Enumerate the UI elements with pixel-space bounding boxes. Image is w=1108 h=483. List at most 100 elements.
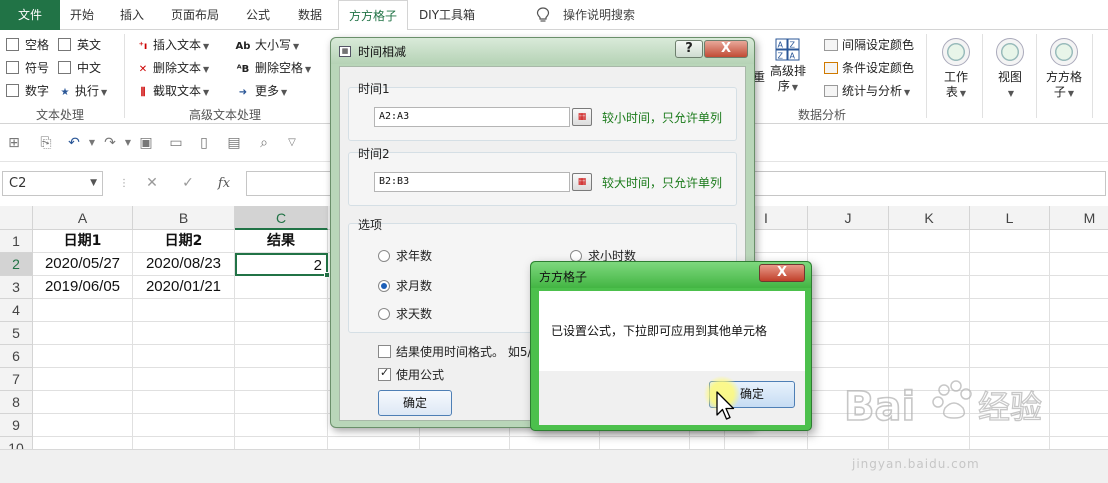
dialog-titlebar[interactable]: ▦ 时间相减 ? X bbox=[331, 38, 754, 64]
open-folder-icon[interactable]: ▭ bbox=[168, 135, 184, 151]
execute-button[interactable]: ★ 执行 ▼ bbox=[58, 82, 108, 100]
print-icon[interactable]: ▤ bbox=[226, 135, 242, 151]
cell-k2[interactable] bbox=[889, 253, 970, 276]
view-button[interactable]: 视图 ▼ bbox=[990, 38, 1030, 101]
cell-b7[interactable] bbox=[133, 368, 235, 391]
row-header-4[interactable]: 4 bbox=[0, 299, 33, 322]
range-select-icon[interactable]: ▦ bbox=[572, 108, 592, 126]
cell-c7[interactable] bbox=[235, 368, 328, 391]
checkbox-space[interactable]: 空格 bbox=[6, 36, 49, 54]
insert-function-button[interactable]: fx bbox=[212, 171, 236, 196]
cell-c5[interactable] bbox=[235, 322, 328, 345]
cell-l4[interactable] bbox=[970, 299, 1050, 322]
row-header-9[interactable]: 9 bbox=[0, 414, 33, 437]
cell-c4[interactable] bbox=[235, 299, 328, 322]
checkbox-number[interactable]: 数字 bbox=[6, 82, 49, 100]
fangfang-button[interactable]: 方方格子 ▼ bbox=[1042, 38, 1086, 101]
cell-b8[interactable] bbox=[133, 391, 235, 414]
cell-a9[interactable] bbox=[33, 414, 133, 437]
redo-icon[interactable]: ↷ bbox=[102, 135, 118, 151]
row-header-7[interactable]: 7 bbox=[0, 368, 33, 391]
chevron-down-icon[interactable]: ▼ bbox=[120, 135, 136, 151]
tab-diy-toolbox[interactable]: DIY工具箱 bbox=[414, 0, 480, 30]
cell-c3[interactable] bbox=[235, 276, 328, 299]
cell-l1[interactable] bbox=[970, 230, 1050, 253]
row-header-6[interactable]: 6 bbox=[0, 345, 33, 368]
cell-k5[interactable] bbox=[889, 322, 970, 345]
radio-months[interactable]: 求月数 bbox=[378, 279, 432, 293]
cell-a5[interactable] bbox=[33, 322, 133, 345]
time1-range-input[interactable]: A2:A3 bbox=[374, 107, 570, 127]
cell-b9[interactable] bbox=[133, 414, 235, 437]
row-header-5[interactable]: 5 bbox=[0, 322, 33, 345]
tab-file[interactable]: 文件 bbox=[0, 0, 60, 30]
name-box[interactable]: C2 ▼ bbox=[2, 171, 103, 196]
cell-l6[interactable] bbox=[970, 345, 1050, 368]
customize-qat-icon[interactable]: ▽ bbox=[284, 135, 300, 151]
row-header-3[interactable]: 3 bbox=[0, 276, 33, 299]
cell-c2[interactable]: 2 bbox=[235, 253, 328, 276]
cell-b2[interactable]: 2020/08/23 bbox=[133, 253, 235, 276]
cell-j2[interactable] bbox=[808, 253, 889, 276]
column-header-c[interactable]: C bbox=[235, 206, 328, 230]
cell-b4[interactable] bbox=[133, 299, 235, 322]
tab-formulas[interactable]: 公式 bbox=[234, 0, 282, 30]
cell-j6[interactable] bbox=[808, 345, 889, 368]
enter-check-icon[interactable]: ✓ bbox=[176, 171, 200, 196]
time-format-checkbox[interactable]: 结果使用时间格式。 如5/ bbox=[378, 345, 532, 359]
delete-space-button[interactable]: ᴬB 删除空格 ▼ bbox=[234, 59, 311, 77]
cell-m5[interactable] bbox=[1050, 322, 1108, 345]
cell-k3[interactable] bbox=[889, 276, 970, 299]
cell-a6[interactable] bbox=[33, 345, 133, 368]
grid-icon[interactable]: ⊞ bbox=[6, 135, 22, 151]
cell-j1[interactable] bbox=[808, 230, 889, 253]
cancel-icon[interactable]: ✕ bbox=[140, 171, 164, 196]
time2-range-input[interactable]: B2:B3 bbox=[374, 172, 570, 192]
column-header-m[interactable]: M bbox=[1050, 206, 1108, 230]
checkbox-symbol[interactable]: 符号 bbox=[6, 59, 49, 77]
cell-k1[interactable] bbox=[889, 230, 970, 253]
checkbox-english[interactable]: 英文 bbox=[58, 36, 101, 54]
cell-j3[interactable] bbox=[808, 276, 889, 299]
cell-m1[interactable] bbox=[1050, 230, 1108, 253]
cell-j5[interactable] bbox=[808, 322, 889, 345]
message-box-titlebar[interactable]: 方方格子 X bbox=[531, 262, 811, 288]
use-formula-checkbox[interactable]: 使用公式 bbox=[378, 366, 444, 382]
undo-icon[interactable]: ↶ bbox=[66, 135, 82, 151]
radio-days[interactable]: 求天数 bbox=[378, 307, 432, 321]
cell-c1[interactable]: 结果 bbox=[235, 230, 328, 253]
close-button[interactable]: X bbox=[704, 40, 748, 58]
row-header-2[interactable]: 2 bbox=[0, 253, 33, 276]
help-button[interactable]: ? bbox=[675, 40, 703, 58]
cell-m4[interactable] bbox=[1050, 299, 1108, 322]
column-header-j[interactable]: J bbox=[808, 206, 889, 230]
new-file-icon[interactable]: ▯ bbox=[196, 135, 212, 151]
cell-l5[interactable] bbox=[970, 322, 1050, 345]
advanced-sort-button[interactable]: A Z Z A 高级排 序 ▼ bbox=[768, 38, 808, 95]
cell-c9[interactable] bbox=[235, 414, 328, 437]
cell-j4[interactable] bbox=[808, 299, 889, 322]
worksheet-button[interactable]: 工作表 ▼ bbox=[936, 38, 976, 101]
cell-m6[interactable] bbox=[1050, 345, 1108, 368]
cell-m3[interactable] bbox=[1050, 276, 1108, 299]
column-header-l[interactable]: L bbox=[970, 206, 1050, 230]
cell-m2[interactable] bbox=[1050, 253, 1108, 276]
cell-a3[interactable]: 2019/06/05 bbox=[33, 276, 133, 299]
column-header-a[interactable]: A bbox=[33, 206, 133, 230]
cell-l3[interactable] bbox=[970, 276, 1050, 299]
cell-c8[interactable] bbox=[235, 391, 328, 414]
message-box-close-button[interactable]: X bbox=[759, 264, 805, 282]
stats-analysis-button[interactable]: 统计与分析 ▼ bbox=[824, 82, 910, 100]
column-header-b[interactable]: B bbox=[133, 206, 235, 230]
tab-page-layout[interactable]: 页面布局 bbox=[160, 0, 230, 30]
cell-c6[interactable] bbox=[235, 345, 328, 368]
radio-years[interactable]: 求年数 bbox=[378, 249, 432, 263]
cell-k4[interactable] bbox=[889, 299, 970, 322]
tell-me-search[interactable]: 操作说明搜索 bbox=[563, 0, 635, 30]
condition-color-button[interactable]: 条件设定颜色 bbox=[824, 59, 914, 77]
row-header-8[interactable]: 8 bbox=[0, 391, 33, 414]
ok-button[interactable]: 确定 bbox=[378, 390, 452, 416]
cell-b3[interactable]: 2020/01/21 bbox=[133, 276, 235, 299]
cell-a8[interactable] bbox=[33, 391, 133, 414]
checkbox-chinese[interactable]: 中文 bbox=[58, 59, 101, 77]
